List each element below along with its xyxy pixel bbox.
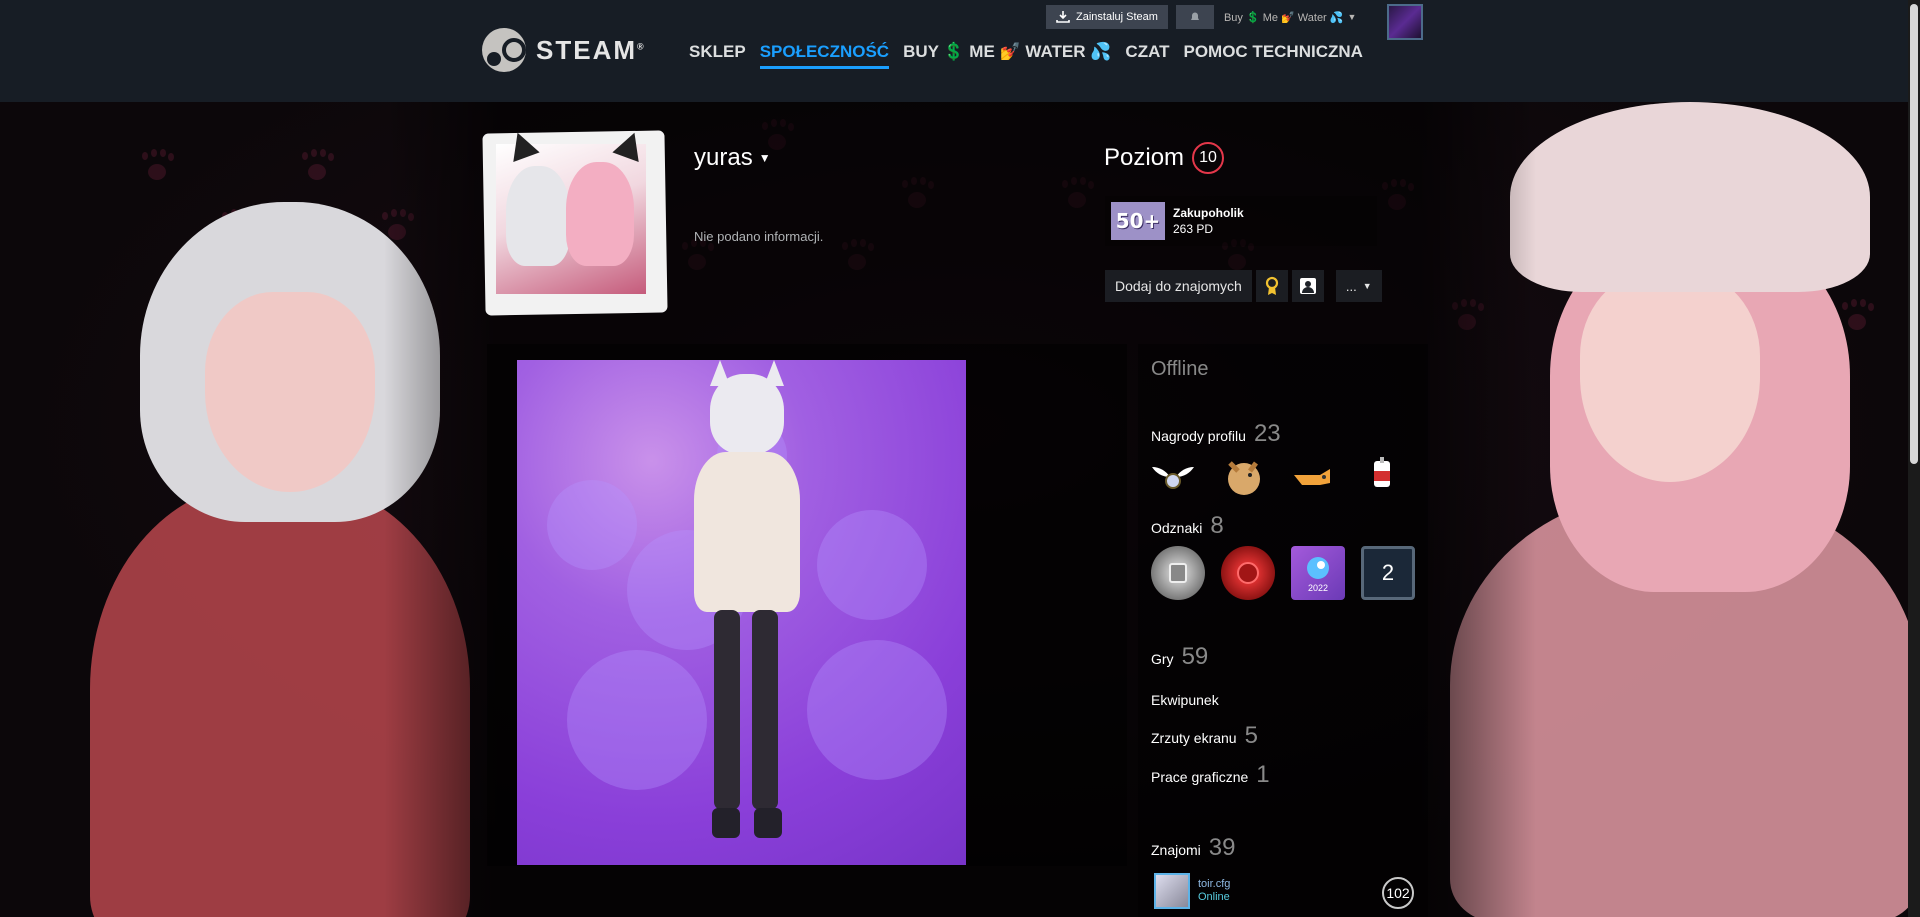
online-status: Offline: [1151, 358, 1209, 380]
global-header: STEAM® SKLEP SPOŁECZNOŚĆ BUY 💲 ME 💅 WATE…: [0, 0, 1920, 102]
friend-item[interactable]: toir.cfg Online: [1154, 873, 1230, 909]
bell-icon: [1190, 12, 1199, 21]
badges-link[interactable]: Odznaki 8: [1151, 512, 1224, 540]
badge-year: 2022: [1307, 583, 1329, 593]
level-badge[interactable]: 10: [1192, 142, 1225, 174]
main-nav: SKLEP SPOŁECZNOŚĆ BUY 💲 ME 💅 WATER 💦 CZA…: [689, 42, 1363, 69]
steam-logo-icon: [1307, 557, 1329, 579]
games-label: Gry: [1151, 651, 1174, 667]
friends-link[interactable]: Znajomi 39: [1151, 834, 1236, 862]
steam-2022-badge-icon[interactable]: 2022: [1291, 546, 1345, 600]
account-name: Buy 💲 Me 💅 Water 💦: [1223, 11, 1344, 24]
page-scrollbar[interactable]: [1908, 0, 1920, 917]
profile-awards-count: 23: [1253, 420, 1281, 447]
profile-card-button[interactable]: [1291, 270, 1324, 302]
inventory-link[interactable]: Ekwipunek: [1151, 692, 1219, 708]
wings-award-icon[interactable]: [1150, 453, 1196, 499]
top-actions: Zainstaluj Steam Buy 💲 Me 💅 Water 💦 ▼: [1046, 5, 1356, 29]
hand-award-icon[interactable]: [1290, 453, 1336, 499]
red-seal-badge-icon[interactable]: [1221, 546, 1275, 600]
chevron-down-icon: ▼: [1362, 281, 1372, 291]
friend-level-badge: 102: [1382, 877, 1414, 909]
persona-name-menu[interactable]: yuras ▼: [694, 144, 771, 172]
nav-profile[interactable]: BUY 💲 ME 💅 WATER 💦: [903, 42, 1111, 69]
scrollbar-thumb[interactable]: [1910, 4, 1918, 464]
user-card-icon: [1299, 278, 1316, 294]
showcase-artwork[interactable]: [517, 360, 966, 865]
favorite-badge[interactable]: 50+ Zakupoholik 263 PD: [1105, 196, 1377, 246]
account-menu[interactable]: Buy 💲 Me 💅 Water 💦 ▼: [1224, 11, 1356, 24]
profile-awards-label: Nagrody profilu: [1151, 428, 1246, 444]
steam-logo[interactable]: STEAM®: [482, 28, 646, 72]
badges-list: 2022 2: [1151, 546, 1415, 600]
artwork-label: Prace graficzne: [1151, 769, 1249, 785]
games-link[interactable]: Gry 59: [1151, 643, 1208, 671]
badge-title: Zakupoholik: [1173, 206, 1244, 220]
logo-text: STEAM: [536, 34, 637, 65]
nav-community[interactable]: SPOŁECZNOŚĆ: [759, 42, 890, 69]
artwork-character: [692, 360, 802, 865]
award-button[interactable]: [1255, 270, 1288, 302]
badge-50-plus-icon: 50+: [1111, 202, 1165, 240]
friends-count: 39: [1208, 834, 1236, 861]
friends-label: Znajomi: [1151, 842, 1201, 858]
more-actions-label: ...: [1345, 278, 1357, 294]
profile-awards-link[interactable]: Nagrody profilu 23: [1151, 420, 1281, 448]
nav-store[interactable]: SKLEP: [689, 42, 746, 69]
add-friend-button[interactable]: Dodaj do znajomych: [1105, 270, 1252, 302]
level-2-badge-icon[interactable]: 2: [1361, 546, 1415, 600]
nav-support[interactable]: POMOC TECHNICZNA: [1183, 42, 1362, 69]
screenshots-link[interactable]: Zrzuty ekranu 5: [1151, 722, 1258, 750]
nav-chat[interactable]: CZAT: [1125, 42, 1169, 69]
more-actions-button[interactable]: ... ▼: [1335, 270, 1382, 302]
friend-avatar: [1154, 873, 1190, 909]
notifications-button[interactable]: [1175, 5, 1214, 29]
profile-summary: Nie podano informacji.: [694, 229, 824, 244]
profile-awards-list: [1150, 453, 1406, 499]
header-avatar[interactable]: [1387, 4, 1423, 40]
profile-actions: Dodaj do znajomych ... ▼: [1105, 270, 1382, 302]
badges-count: 8: [1210, 512, 1224, 539]
award-ribbon-icon: [1265, 276, 1278, 295]
cup-award-icon[interactable]: [1360, 453, 1406, 499]
chevron-down-icon: ▼: [758, 151, 771, 165]
chevron-down-icon: ▼: [1347, 12, 1357, 22]
screenshots-label: Zrzuty ekranu: [1151, 730, 1237, 746]
badge-xp: 263 PD: [1173, 222, 1214, 236]
inventory-label: Ekwipunek: [1151, 692, 1219, 708]
persona-name: yuras: [694, 144, 753, 171]
dog-award-icon[interactable]: [1220, 453, 1266, 499]
friend-name: toir.cfg: [1198, 878, 1231, 890]
silver-badge-icon[interactable]: [1151, 546, 1205, 600]
steam-logo-icon: [482, 28, 526, 72]
friend-status: Online: [1198, 891, 1230, 903]
install-steam-button[interactable]: Zainstaluj Steam: [1046, 5, 1168, 29]
profile-avatar[interactable]: [480, 127, 670, 318]
registered-mark: ®: [637, 40, 646, 51]
profile-header: yuras ▼ Nie podano informacji. Poziom 10…: [480, 127, 1420, 318]
badges-label: Odznaki: [1151, 520, 1203, 536]
install-steam-label: Zainstaluj Steam: [1076, 11, 1158, 23]
profile-level: Poziom 10: [1104, 142, 1225, 174]
level-label: Poziom: [1104, 144, 1185, 171]
games-count: 59: [1181, 643, 1209, 670]
screenshots-count: 5: [1244, 722, 1258, 749]
download-icon: [1056, 11, 1070, 23]
artwork-link[interactable]: Prace graficzne 1: [1151, 761, 1270, 789]
artwork-count: 1: [1256, 761, 1270, 788]
